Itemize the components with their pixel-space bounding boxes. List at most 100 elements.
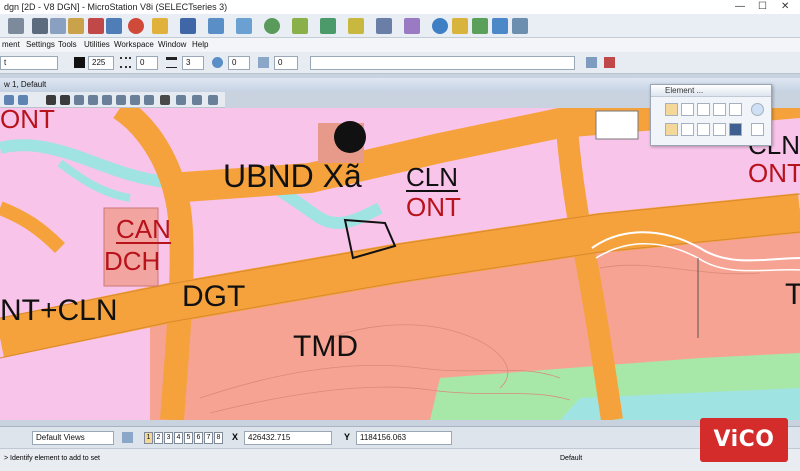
- references-icon[interactable]: [208, 18, 224, 34]
- redo-icon[interactable]: [106, 18, 122, 34]
- color-swatch[interactable]: [74, 57, 85, 68]
- view-next-icon[interactable]: [144, 95, 154, 105]
- update-view-icon[interactable]: [4, 95, 14, 105]
- new-selection-icon[interactable]: [665, 123, 678, 136]
- view-button-8[interactable]: 8: [214, 432, 223, 444]
- view-title: w 1, Default: [4, 80, 47, 89]
- attributes-toolbar: t 225 0 3 0 0: [0, 52, 800, 74]
- raster-icon[interactable]: [236, 18, 252, 34]
- clear-selection-icon[interactable]: [729, 123, 742, 136]
- window-title-bar: dgn [2D - V8 DGN] - MicroStation V8i (SE…: [0, 0, 800, 14]
- level-manager-icon[interactable]: [292, 18, 308, 34]
- select-line-icon[interactable]: [713, 103, 726, 116]
- zoom-in-icon[interactable]: [46, 95, 56, 105]
- select-arrow-icon[interactable]: [665, 103, 678, 116]
- drawing-area[interactable]: ONT UBND Xã CLN ONT CAN DCH DGT NT+CLN T…: [0, 108, 800, 420]
- view-attributes-icon[interactable]: [18, 95, 28, 105]
- view-button-3[interactable]: 3: [164, 432, 173, 444]
- label-ont-center: ONT: [406, 192, 461, 222]
- main-toolbar: [0, 14, 800, 38]
- select-block-icon[interactable]: [681, 103, 694, 116]
- paste-icon[interactable]: [68, 18, 84, 34]
- label-cln: CLN: [406, 162, 459, 192]
- fit-view-icon[interactable]: [88, 95, 98, 105]
- ubnd-symbol: [334, 121, 366, 153]
- level-display-icon[interactable]: [264, 18, 280, 34]
- accudraw-icon[interactable]: [404, 18, 420, 34]
- rotate-view-icon[interactable]: [102, 95, 112, 105]
- copy-icon[interactable]: [50, 18, 66, 34]
- minimize-button[interactable]: —: [735, 0, 745, 14]
- selection-info-icon[interactable]: [751, 103, 764, 116]
- camera-icon[interactable]: [160, 95, 170, 105]
- maximize-button[interactable]: ☐: [758, 0, 767, 14]
- active-model: Default: [560, 455, 583, 462]
- display-style-icon[interactable]: [208, 95, 218, 105]
- priority-field[interactable]: 0: [274, 56, 298, 70]
- window-title: dgn [2D - V8 DGN] - MicroStation V8i (SE…: [4, 2, 228, 12]
- status-bar: > Identify element to add to set Default: [0, 448, 800, 471]
- attributes-tools-icon[interactable]: [604, 57, 615, 68]
- x-coordinate-label: X: [232, 432, 239, 442]
- view-groups-icon[interactable]: [122, 432, 133, 443]
- level-field[interactable]: t: [0, 56, 58, 70]
- vico-logo: ViCO: [700, 418, 788, 462]
- transparency-field[interactable]: 0: [228, 56, 250, 70]
- snap-icon[interactable]: [376, 18, 392, 34]
- menu-window[interactable]: Window: [158, 38, 186, 52]
- clip-mask-icon[interactable]: [192, 95, 202, 105]
- zoom-out-icon[interactable]: [60, 95, 70, 105]
- label-tmd: TMD: [293, 330, 358, 363]
- x-coordinate-field[interactable]: 426432.715: [244, 431, 332, 445]
- select-shape-icon[interactable]: [697, 103, 710, 116]
- attributes-options-icon[interactable]: [586, 57, 597, 68]
- pan-view-icon[interactable]: [116, 95, 126, 105]
- view-button-5[interactable]: 5: [184, 432, 193, 444]
- menu-workspace[interactable]: Workspace: [114, 38, 154, 52]
- line-weight-field[interactable]: 3: [182, 56, 204, 70]
- info-icon[interactable]: [432, 18, 448, 34]
- menu-tools[interactable]: Tools: [58, 38, 77, 52]
- subtract-selection-icon[interactable]: [697, 123, 710, 136]
- close-button[interactable]: ✕: [781, 0, 789, 14]
- select-polygon-icon[interactable]: [729, 103, 742, 116]
- color-field[interactable]: 225: [88, 56, 114, 70]
- models-icon[interactable]: [180, 18, 196, 34]
- label-right-edge: T: [785, 278, 800, 311]
- window-area-icon[interactable]: [74, 95, 84, 105]
- star-icon[interactable]: [452, 18, 468, 34]
- view-status-bar: Default Views 1 2 3 4 5 6 7 8 X 426432.7…: [0, 426, 800, 448]
- palette-icon[interactable]: [128, 18, 144, 34]
- menu-utilities[interactable]: Utilities: [84, 38, 110, 52]
- label-ubnd: UBND Xã: [223, 158, 362, 194]
- folder-icon[interactable]: [152, 18, 168, 34]
- view-button-4[interactable]: 4: [174, 432, 183, 444]
- menu-element[interactable]: ment: [2, 38, 20, 52]
- layers-icon[interactable]: [348, 18, 364, 34]
- menu-settings[interactable]: Settings: [26, 38, 55, 52]
- saved-views-dropdown[interactable]: Default Views: [32, 431, 114, 445]
- view-control-bar: [0, 92, 225, 108]
- add-selection-icon[interactable]: [681, 123, 694, 136]
- selection-options-icon[interactable]: [751, 123, 764, 136]
- template-dropdown[interactable]: [310, 56, 575, 70]
- view-button-6[interactable]: 6: [194, 432, 203, 444]
- view-button-2[interactable]: 2: [154, 432, 163, 444]
- undo-icon[interactable]: [88, 18, 104, 34]
- print-icon[interactable]: [8, 18, 24, 34]
- y-coordinate-field[interactable]: 1184156.063: [356, 431, 452, 445]
- render-icon[interactable]: [472, 18, 488, 34]
- line-style-field[interactable]: 0: [136, 56, 158, 70]
- help-icon[interactable]: [512, 18, 528, 34]
- cells-icon[interactable]: [320, 18, 336, 34]
- view-previous-icon[interactable]: [130, 95, 140, 105]
- invert-selection-icon[interactable]: [713, 123, 726, 136]
- clip-volume-icon[interactable]: [176, 95, 186, 105]
- view-button-7[interactable]: 7: [204, 432, 213, 444]
- priority-icon: [258, 57, 269, 68]
- menu-help[interactable]: Help: [192, 38, 208, 52]
- view-button-1[interactable]: 1: [144, 432, 153, 444]
- cut-icon[interactable]: [32, 18, 48, 34]
- publish-icon[interactable]: [492, 18, 508, 34]
- label-dch: DCH: [104, 246, 161, 276]
